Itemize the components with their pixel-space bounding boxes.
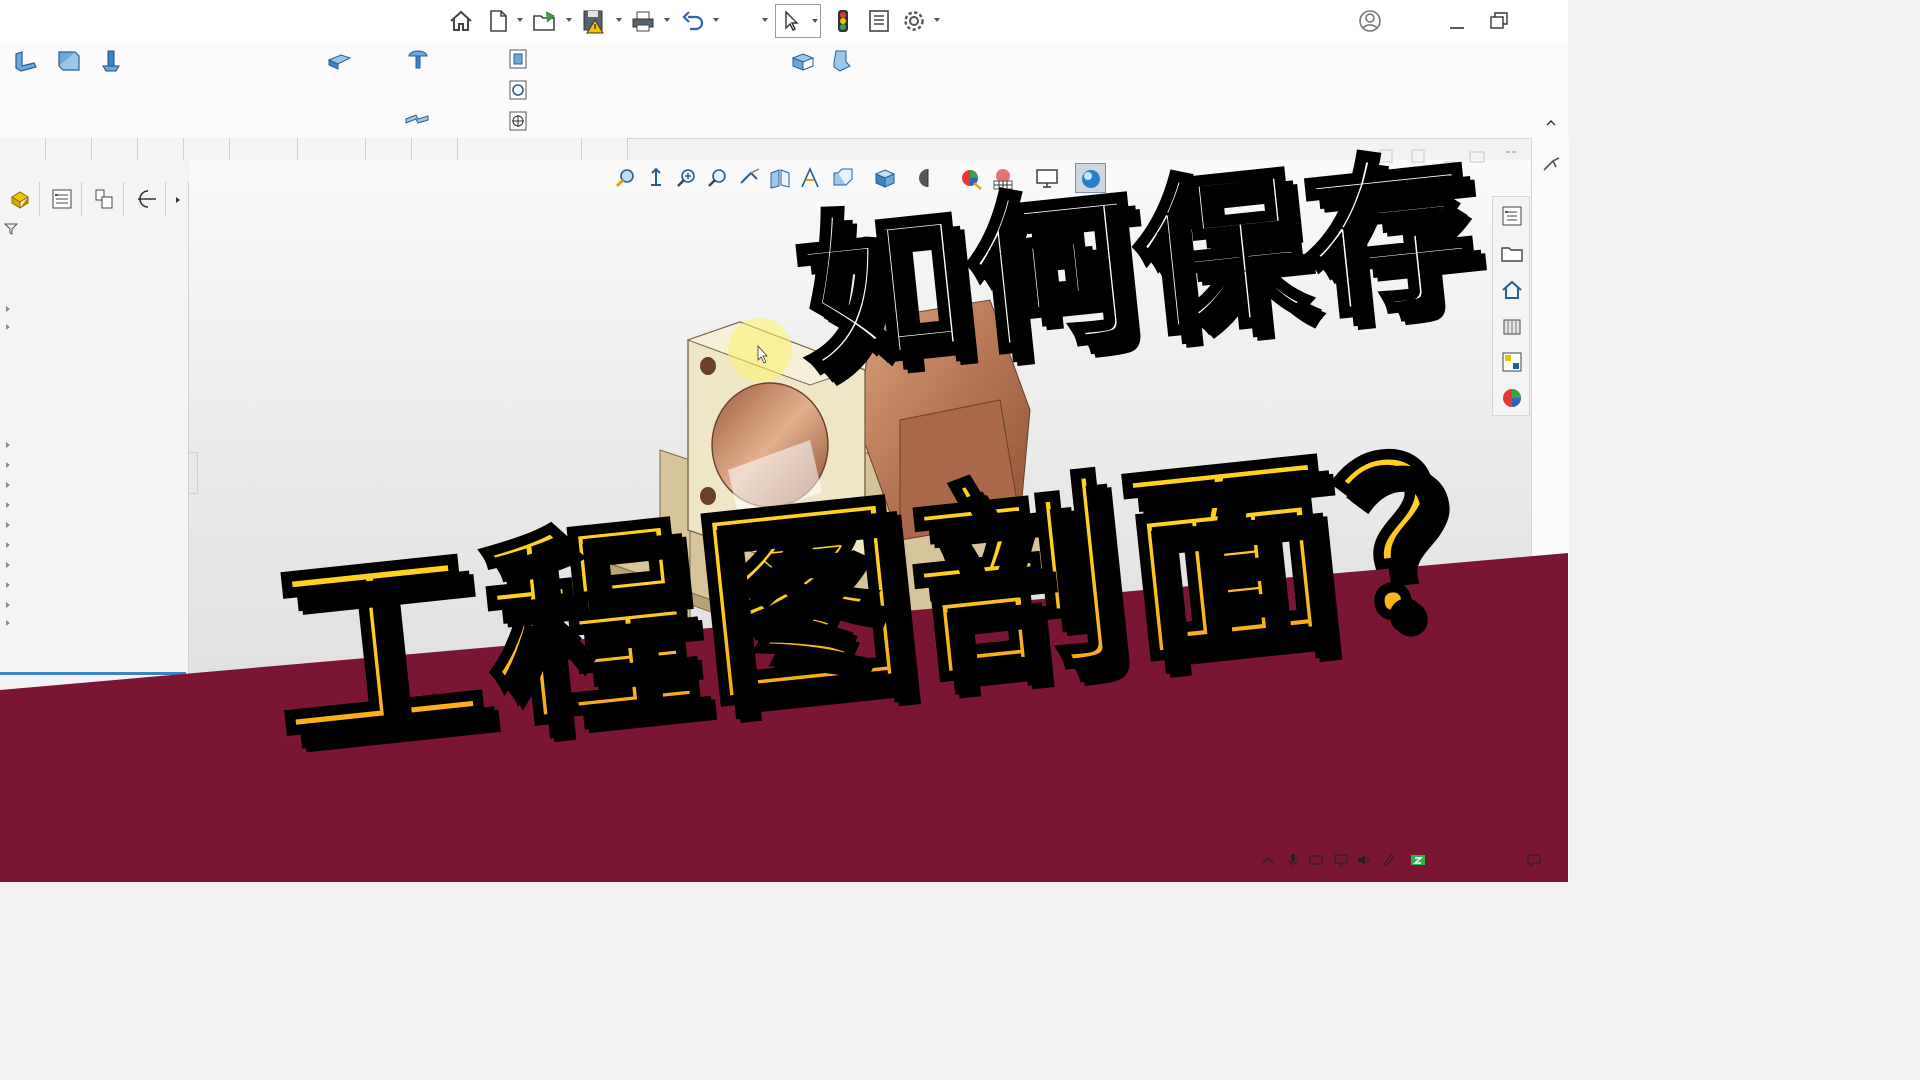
app-tray-icon[interactable] [1410,852,1426,868]
pen-icon[interactable] [1380,852,1396,868]
speaker-icon[interactable] [1356,852,1372,868]
ime-icon[interactable] [1308,852,1324,868]
microphone-icon[interactable] [1285,852,1301,868]
network-icon[interactable] [1333,852,1349,868]
chevron-up-icon[interactable] [1260,852,1276,868]
notification-icon[interactable] [1526,852,1542,868]
